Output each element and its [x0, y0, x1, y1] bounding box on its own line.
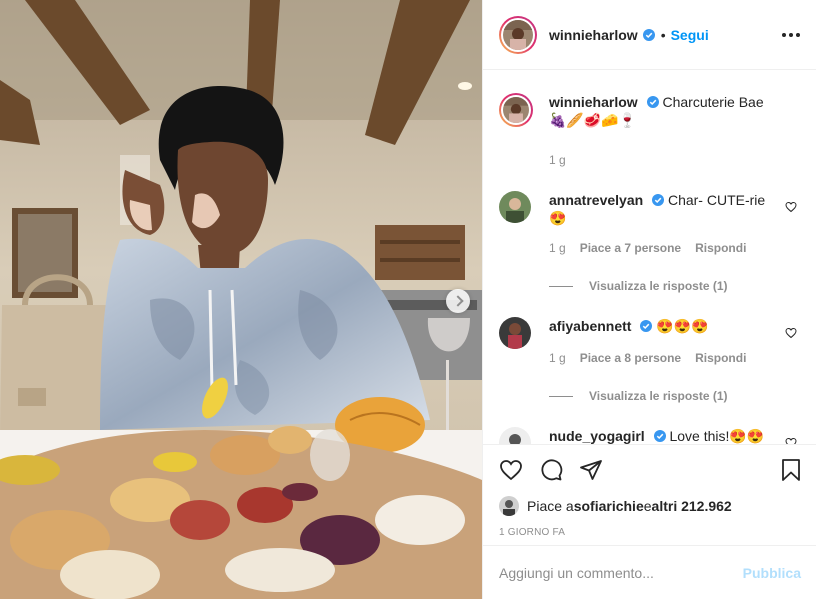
liker-avatar[interactable] [499, 496, 519, 516]
likes-others[interactable]: altri 212.962 [652, 498, 732, 514]
verified-icon [642, 28, 655, 41]
caption-username[interactable]: winnieharlow [549, 94, 638, 110]
likes-summary: Piace a sofiarichie e altri 212.962 [483, 495, 816, 517]
post-caption: winnieharlow Charcuterie Bae 🍇🥖🥩🧀🍷 1 g [499, 93, 801, 169]
reply-button[interactable]: Rispondi [695, 349, 746, 367]
post-photo[interactable] [0, 0, 482, 599]
bookmark-icon[interactable] [779, 458, 803, 482]
comment-like-heart-icon[interactable] [785, 201, 797, 213]
liker-username[interactable]: sofiarichie [574, 498, 644, 514]
comment-likes[interactable]: Piace a 8 persone [580, 349, 681, 367]
post-actions: Piace a sofiarichie e altri 212.962 1 GI… [483, 444, 816, 545]
post-header: winnieharlow • Segui [483, 0, 816, 70]
comments-list[interactable]: winnieharlow Charcuterie Bae 🍇🥖🥩🧀🍷 1 g a… [483, 71, 816, 444]
commenter-avatar[interactable] [499, 427, 531, 444]
comment-icon[interactable] [539, 458, 563, 482]
comment-like-heart-icon[interactable] [785, 327, 797, 339]
verified-icon [652, 194, 665, 206]
comment-likes[interactable]: Piace a 7 persone [580, 239, 681, 257]
comment-username[interactable]: afiyabennett [549, 318, 631, 334]
post-photo-image [0, 0, 482, 599]
view-replies-label: Visualizza le risposte (1) [589, 389, 728, 403]
commenter-avatar[interactable] [499, 317, 531, 349]
separator-dot: • [660, 26, 666, 43]
caption-avatar[interactable] [499, 93, 533, 127]
comment-like-heart-icon[interactable] [785, 437, 797, 444]
add-comment-bar: Pubblica [483, 545, 816, 599]
heart-icon[interactable] [499, 458, 523, 482]
reply-button[interactable]: Rispondi [695, 239, 746, 257]
likes-prefix: Piace a [527, 498, 574, 514]
author-avatar[interactable] [499, 15, 537, 54]
view-replies-label: Visualizza le risposte (1) [589, 279, 728, 293]
share-icon[interactable] [579, 458, 603, 482]
comment-text: 😍😍😍 [656, 318, 709, 334]
view-replies-button[interactable]: Visualizza le risposte (1) [549, 389, 801, 403]
comment-username[interactable]: annatrevelyan [549, 192, 643, 208]
caption-time: 1 g [549, 153, 566, 167]
comment-time: 1 g [549, 241, 566, 255]
next-arrow-icon[interactable] [446, 289, 470, 313]
comment-item: afiyabennett 😍😍😍 1 g Piace a 8 persone R… [499, 317, 801, 367]
likes-middle: e [643, 498, 652, 514]
view-replies-button[interactable]: Visualizza le risposte (1) [549, 279, 801, 293]
comment-item: annatrevelyan Char- CUTE-rie 😍 1 g Piace… [499, 191, 801, 257]
commenter-avatar[interactable] [499, 191, 531, 223]
verified-icon [640, 320, 653, 332]
verified-icon [653, 430, 666, 442]
comment-item: nude_yogagirl Love this!😍😍😍 [499, 427, 801, 444]
author-username[interactable]: winnieharlow [549, 27, 638, 43]
verified-icon [646, 96, 659, 108]
post-timestamp[interactable]: 1 GIORNO FA [483, 527, 816, 538]
comment-input[interactable] [499, 564, 743, 581]
comment-username[interactable]: nude_yogagirl [549, 428, 645, 444]
comment-time: 1 g [549, 351, 566, 365]
more-options-icon[interactable] [782, 28, 800, 42]
follow-button[interactable]: Segui [671, 27, 709, 43]
post-sidebar: winnieharlow • Segui winnieharlow Charcu… [482, 0, 816, 599]
publish-button[interactable]: Pubblica [743, 565, 801, 581]
